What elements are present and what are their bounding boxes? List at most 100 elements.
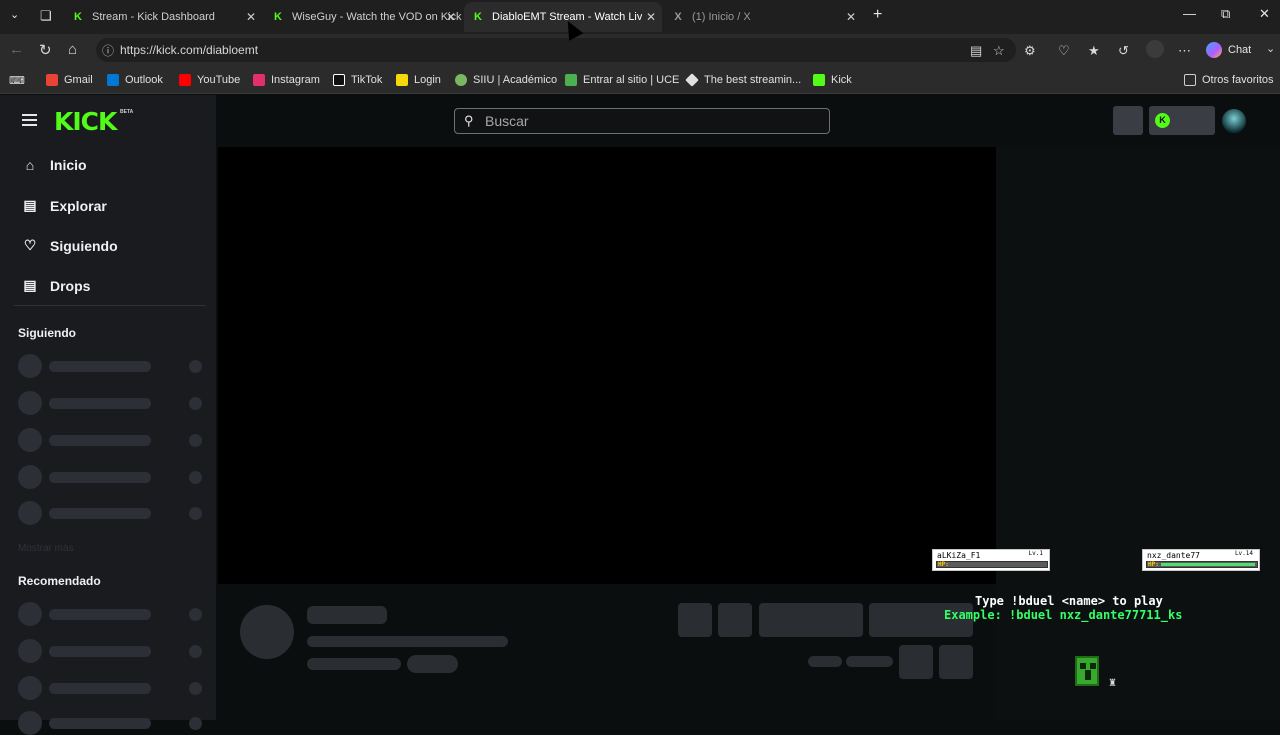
tab-x-inicio[interactable]: X (1) Inicio / X ✕ xyxy=(664,2,862,32)
duel-instruction: Type !bduel <name> to play xyxy=(975,594,1163,608)
back-icon[interactable]: ← xyxy=(9,41,24,58)
tab-title: (1) Inicio / X xyxy=(692,11,751,23)
list-item[interactable] xyxy=(18,602,204,626)
kick-icon xyxy=(813,74,825,86)
tab-kick-dashboard[interactable]: K Stream - Kick Dashboard ✕ xyxy=(64,2,262,32)
tab-title: WiseGuy - Watch the VOD on Kick xyxy=(292,11,462,23)
bookmark-siiu[interactable]: SIIU | Académico xyxy=(455,74,557,86)
minimize-icon[interactable]: — xyxy=(1183,6,1196,21)
reader-view-icon[interactable]: ▤ xyxy=(970,43,982,59)
workspaces-icon[interactable]: ❏ xyxy=(40,8,52,24)
player2-hp-fill xyxy=(1161,563,1255,566)
show-more-link[interactable]: Mostrar más xyxy=(18,543,74,554)
url-field[interactable]: ⓘ https://kick.com/diabloemt xyxy=(96,38,1016,62)
sidebar-item-inicio[interactable]: ⌂ Inicio xyxy=(22,157,87,173)
bookmarks-toggle-icon[interactable]: ⌨ xyxy=(9,74,25,87)
list-item[interactable] xyxy=(18,711,204,735)
sidebar-item-siguiendo[interactable]: ♡ Siguiendo xyxy=(22,237,118,254)
extensions-icon[interactable]: ⚙ xyxy=(1024,43,1036,59)
close-window-icon[interactable]: ✕ xyxy=(1259,6,1270,22)
tab-title: Stream - Kick Dashboard xyxy=(92,11,215,23)
sidebar-item-explorar[interactable]: ▤ Explorar xyxy=(22,197,106,214)
duel-example: Example: !bduel nxz_dante77711_ks xyxy=(944,608,1183,622)
home-icon: ⌂ xyxy=(25,157,35,173)
other-favorites[interactable]: Otros favoritos xyxy=(1184,74,1274,86)
header-skeleton-button[interactable] xyxy=(1113,106,1143,135)
sidebar-item-drops[interactable]: ▤ Drops xyxy=(22,277,90,294)
sidebar-divider xyxy=(14,305,206,306)
sidebar-item-label: Inicio xyxy=(50,157,87,173)
bookmarks-bar: ⌨ Gmail Outlook YouTube Instagram TikTok… xyxy=(0,66,1280,94)
uce-icon xyxy=(565,74,577,86)
skeleton-tag xyxy=(407,655,458,673)
list-item[interactable] xyxy=(18,354,204,378)
recommended-heading: Recomendado xyxy=(18,574,101,588)
hp-label: HP: xyxy=(1148,561,1159,568)
more-menu-icon[interactable]: ⋯ xyxy=(1178,43,1191,59)
tab-list-chevron-icon[interactable]: ⌄ xyxy=(10,8,19,21)
url-text[interactable]: https://kick.com/diabloemt xyxy=(120,43,258,57)
bookmark-kick[interactable]: Kick xyxy=(813,74,852,86)
restore-icon[interactable]: ⧉ xyxy=(1221,6,1230,22)
player1-name: aLKiZa_F1 xyxy=(937,551,981,560)
bookmark-label: The best streamin... xyxy=(704,74,802,86)
skeleton-line xyxy=(307,636,508,647)
favorites-icon[interactable]: ★ xyxy=(1088,43,1100,59)
bookmark-gmail[interactable]: Gmail xyxy=(46,74,93,86)
list-item[interactable] xyxy=(18,391,204,415)
list-item[interactable] xyxy=(18,501,204,525)
x-icon: X xyxy=(674,11,682,23)
menu-icon[interactable] xyxy=(22,114,37,126)
browser-essentials-icon[interactable]: ♡ xyxy=(1058,43,1070,59)
video-player[interactable] xyxy=(218,147,996,584)
player2-hp-card: nxz_dante77 Lv.14 HP: xyxy=(1142,549,1260,571)
refresh-icon[interactable]: ↻ xyxy=(39,41,52,59)
bookmark-youtube[interactable]: YouTube xyxy=(179,74,240,86)
list-item[interactable] xyxy=(18,639,204,663)
youtube-icon xyxy=(179,74,191,86)
bookmark-outlook[interactable]: Outlook xyxy=(107,74,163,86)
list-item[interactable] xyxy=(18,428,204,452)
home-icon[interactable]: ⌂ xyxy=(68,41,77,58)
skeleton-button[interactable] xyxy=(678,603,712,637)
new-tab-icon[interactable]: + xyxy=(873,6,882,24)
history-icon[interactable]: ↺ xyxy=(1118,43,1129,59)
bookmark-streaming[interactable]: The best streamin... xyxy=(685,73,802,87)
skeleton-button[interactable] xyxy=(718,603,752,637)
kick-logo[interactable]: KICK xyxy=(54,107,117,136)
bookmark-tiktok[interactable]: TikTok xyxy=(333,74,382,86)
skeleton-button[interactable] xyxy=(939,645,973,679)
other-favorites-label: Otros favoritos xyxy=(1202,74,1274,86)
bookmark-label: SIIU | Académico xyxy=(473,74,558,86)
copilot-icon xyxy=(1206,42,1222,58)
heart-icon: ♡ xyxy=(23,237,37,253)
copilot-chat-button[interactable]: Chat xyxy=(1206,42,1251,58)
chevron-down-icon[interactable]: ⌄ xyxy=(1266,42,1275,55)
close-icon[interactable]: ✕ xyxy=(446,10,456,24)
site-info-icon[interactable]: ⓘ xyxy=(102,42,114,59)
bookmark-label: Kick xyxy=(831,74,852,86)
folder-icon xyxy=(1184,74,1196,86)
bookmark-label: Gmail xyxy=(64,74,93,86)
bookmark-instagram[interactable]: Instagram xyxy=(253,74,320,86)
address-bar-row: ← ↻ ⌂ ⓘ https://kick.com/diabloemt ▤ ☆ ⚙… xyxy=(0,34,1280,66)
list-item[interactable] xyxy=(18,676,204,700)
close-icon[interactable]: ✕ xyxy=(846,10,856,24)
close-icon[interactable]: ✕ xyxy=(646,10,656,24)
kick-icon: K xyxy=(74,11,82,23)
bookmark-login[interactable]: Login xyxy=(396,74,441,86)
list-item[interactable] xyxy=(18,465,204,489)
skeleton-button[interactable] xyxy=(759,603,863,637)
creeper-sprite xyxy=(1075,656,1099,686)
search-input[interactable] xyxy=(485,113,815,129)
skeleton-stat xyxy=(808,656,842,667)
drops-icon: ▤ xyxy=(23,277,37,293)
close-icon[interactable]: ✕ xyxy=(246,10,256,24)
tab-wiseguy-vod[interactable]: K WiseGuy - Watch the VOD on Kick ✕ xyxy=(264,2,462,32)
favorite-star-icon[interactable]: ☆ xyxy=(993,43,1005,59)
profile-avatar[interactable] xyxy=(1146,40,1164,58)
bookmark-uce[interactable]: Entrar al sitio | UCE xyxy=(565,74,679,86)
avatar[interactable] xyxy=(1222,109,1246,133)
search-box[interactable]: ⚲ xyxy=(454,108,830,134)
skeleton-button[interactable] xyxy=(899,645,933,679)
